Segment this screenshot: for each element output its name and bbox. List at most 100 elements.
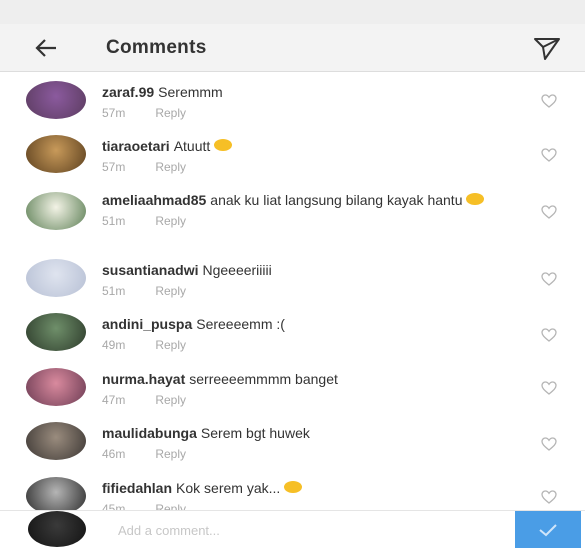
reply-button[interactable]: Reply	[155, 447, 186, 461]
comment-username[interactable]: andini_puspa	[102, 316, 192, 332]
composer-avatar	[28, 511, 86, 547]
comment-body: nurma.hayat serreeeemmmm banget 47m Reply	[102, 370, 502, 407]
comment-body: fifiedahlan Kok serem yak... 45m Reply	[102, 479, 502, 510]
like-button[interactable]	[539, 147, 559, 163]
back-button[interactable]	[28, 32, 64, 64]
comment-message: Atuutt	[173, 138, 211, 154]
emoji-icon	[214, 139, 233, 152]
post-comment-button[interactable]	[515, 511, 581, 548]
reply-button[interactable]: Reply	[155, 160, 186, 174]
comment-username[interactable]: ameliaahmad85	[102, 192, 206, 208]
comment-body: ameliaahmad85 anak ku liat langsung bilan…	[102, 191, 502, 228]
comment-text: fifiedahlan Kok serem yak...	[102, 479, 502, 497]
paper-plane-icon	[534, 38, 560, 60]
reply-button[interactable]: Reply	[155, 338, 186, 352]
comment-message: Sereeeemm :(	[196, 316, 285, 332]
avatar[interactable]	[26, 259, 86, 297]
heart-icon	[541, 94, 557, 108]
avatar[interactable]	[26, 422, 86, 460]
like-button[interactable]	[539, 489, 559, 505]
comment-text: ameliaahmad85 anak ku liat langsung bilan…	[102, 191, 502, 209]
comment-timestamp: 49m	[102, 338, 126, 352]
heart-icon	[541, 490, 557, 504]
avatar[interactable]	[26, 81, 86, 119]
comment-timestamp: 47m	[102, 393, 126, 407]
checkmark-icon	[539, 524, 557, 537]
comment-username[interactable]: zaraf.99	[102, 84, 154, 100]
reply-button[interactable]: Reply	[155, 284, 186, 298]
emoji-icon	[284, 481, 303, 494]
like-button[interactable]	[539, 380, 559, 396]
like-button[interactable]	[539, 93, 559, 109]
reply-button[interactable]: Reply	[155, 393, 186, 407]
comment-timestamp: 57m	[102, 106, 126, 120]
heart-icon	[541, 272, 557, 286]
comment-row: ameliaahmad85 anak ku liat langsung bilan…	[0, 181, 585, 235]
comment-meta: 57m Reply	[102, 106, 502, 120]
emoji-icon	[466, 193, 485, 206]
avatar[interactable]	[26, 368, 86, 406]
comment-timestamp: 51m	[102, 214, 126, 228]
comment-meta: 47m Reply	[102, 393, 502, 407]
comment-row: maulidabunga Serem bgt huwek 46m Reply	[0, 414, 585, 468]
reply-button[interactable]: Reply	[155, 214, 186, 228]
comment-username[interactable]: susantianadwi	[102, 262, 198, 278]
comment-text: zaraf.99 Seremmm	[102, 83, 502, 101]
comment-meta: 49m Reply	[102, 338, 502, 352]
comment-input[interactable]	[118, 519, 478, 541]
comment-username[interactable]: tiaraoetari	[102, 138, 170, 154]
comment-message: serreeeemmmm banget	[189, 371, 338, 387]
heart-icon	[541, 148, 557, 162]
heart-icon	[541, 205, 557, 219]
comment-username[interactable]: maulidabunga	[102, 425, 197, 441]
avatar[interactable]	[26, 192, 86, 230]
comment-body: zaraf.99 Seremmm 57m Reply	[102, 83, 502, 120]
comment-text: maulidabunga Serem bgt huwek	[102, 424, 502, 442]
comment-username[interactable]: nurma.hayat	[102, 371, 185, 387]
status-bar	[0, 0, 585, 24]
comment-message: Ngeeeeriiiii	[202, 262, 272, 278]
share-button[interactable]	[527, 32, 567, 64]
like-button[interactable]	[539, 327, 559, 343]
comment-body: andini_puspa Sereeeemm :( 49m Reply	[102, 315, 502, 352]
comment-body: susantianadwi Ngeeeeriiiii 51m Reply	[102, 261, 502, 298]
comment-message: Seremmm	[158, 84, 223, 100]
heart-icon	[541, 381, 557, 395]
comment-composer	[0, 510, 585, 548]
comment-message: Serem bgt huwek	[200, 425, 310, 441]
comment-row: fifiedahlan Kok serem yak... 45m Reply	[0, 469, 585, 510]
avatar[interactable]	[26, 477, 86, 510]
comment-username[interactable]: fifiedahlan	[102, 480, 172, 496]
like-button[interactable]	[539, 436, 559, 452]
comment-message: Kok serem yak...	[176, 480, 281, 496]
avatar[interactable]	[26, 313, 86, 351]
comment-text: susantianadwi Ngeeeeriiiii	[102, 261, 502, 279]
page-title: Comments	[106, 37, 207, 58]
arrow-left-icon	[35, 39, 56, 57]
comment-text: nurma.hayat serreeeemmmm banget	[102, 370, 502, 388]
comment-list: zaraf.99 Seremmm 57m Reply tiaraoetari Atuutt…	[0, 73, 585, 510]
comment-meta: 57m Reply	[102, 160, 502, 174]
like-button[interactable]	[539, 204, 559, 220]
comment-body: tiaraoetari Atuutt 57m Reply	[102, 137, 502, 174]
like-button[interactable]	[539, 271, 559, 287]
comment-row: nurma.hayat serreeeemmmm banget 47m Reply	[0, 360, 585, 414]
comment-timestamp: 57m	[102, 160, 126, 174]
comments-header: Comments	[0, 24, 585, 72]
comment-text: andini_puspa Sereeeemm :(	[102, 315, 502, 333]
comment-row: andini_puspa Sereeeemm :( 49m Reply	[0, 305, 585, 359]
comment-meta: 51m Reply	[102, 214, 502, 228]
comment-meta: 51m Reply	[102, 284, 502, 298]
comment-timestamp: 45m	[102, 502, 126, 510]
comment-text: tiaraoetari Atuutt	[102, 137, 502, 155]
comment-meta: 46m Reply	[102, 447, 502, 461]
reply-button[interactable]: Reply	[155, 106, 186, 120]
avatar[interactable]	[26, 135, 86, 173]
comment-row: tiaraoetari Atuutt 57m Reply	[0, 127, 585, 181]
comment-timestamp: 51m	[102, 284, 126, 298]
comment-body: maulidabunga Serem bgt huwek 46m Reply	[102, 424, 502, 461]
comment-meta: 45m Reply	[102, 502, 502, 510]
comment-timestamp: 46m	[102, 447, 126, 461]
reply-button[interactable]: Reply	[155, 502, 186, 510]
comment-row: zaraf.99 Seremmm 57m Reply	[0, 73, 585, 127]
